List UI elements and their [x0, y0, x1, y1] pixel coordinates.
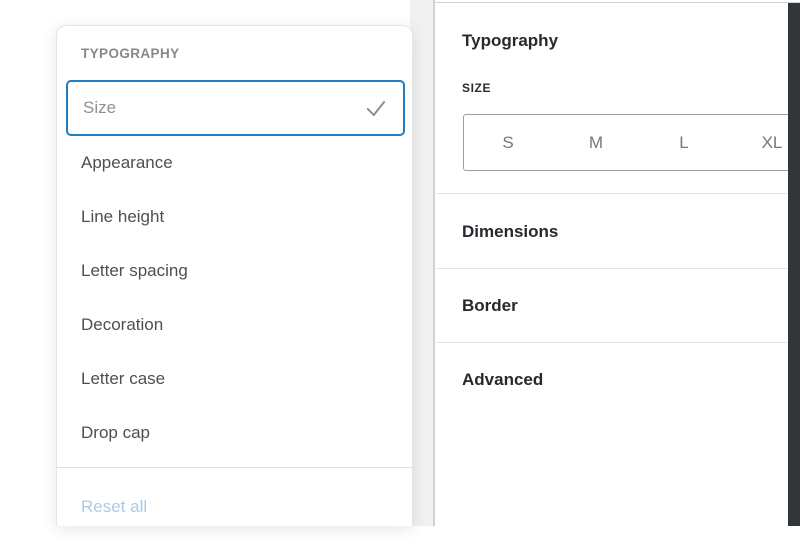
menu-item-drop-cap[interactable]: Drop cap	[57, 406, 412, 460]
menu-item-letter-case[interactable]: Letter case	[57, 352, 412, 406]
menu-item-line-height[interactable]: Line height	[57, 190, 412, 244]
panel-divider	[434, 268, 788, 269]
font-size-option-m[interactable]: M	[552, 115, 640, 170]
editor-stage: Typography SIZE S M L XL Dimensions Bord…	[0, 0, 800, 526]
typography-options-popover: TYPOGRAPHY Size Appearance Line height L…	[56, 25, 413, 526]
menu-item-appearance[interactable]: Appearance	[57, 136, 412, 190]
panel-dimensions[interactable]: Dimensions	[462, 222, 558, 242]
settings-sidebar: Typography SIZE S M L XL Dimensions Bord…	[435, 0, 788, 526]
menu-item-decoration[interactable]: Decoration	[57, 298, 412, 352]
sidebar-top-border	[433, 2, 800, 3]
reset-all-row: Reset all	[57, 468, 412, 546]
editor-edge-strip	[788, 3, 800, 526]
size-control-label: SIZE	[462, 81, 491, 95]
panel-border[interactable]: Border	[462, 296, 518, 316]
panel-divider	[434, 193, 788, 194]
checkmark-icon	[363, 95, 389, 121]
font-size-option-s[interactable]: S	[464, 115, 552, 170]
popover-header: TYPOGRAPHY	[57, 26, 412, 80]
panel-advanced[interactable]: Advanced	[462, 370, 543, 390]
font-size-segmented-control: S M L XL	[463, 114, 800, 171]
menu-item-size-label: Size	[83, 98, 116, 118]
panel-divider	[434, 342, 788, 343]
canvas-gutter	[410, 0, 433, 526]
font-size-option-l[interactable]: L	[640, 115, 728, 170]
typography-panel-title: Typography	[462, 31, 558, 51]
menu-item-letter-spacing[interactable]: Letter spacing	[57, 244, 412, 298]
reset-all-button[interactable]: Reset all	[81, 497, 147, 517]
menu-item-size-selected[interactable]: Size	[66, 80, 405, 136]
